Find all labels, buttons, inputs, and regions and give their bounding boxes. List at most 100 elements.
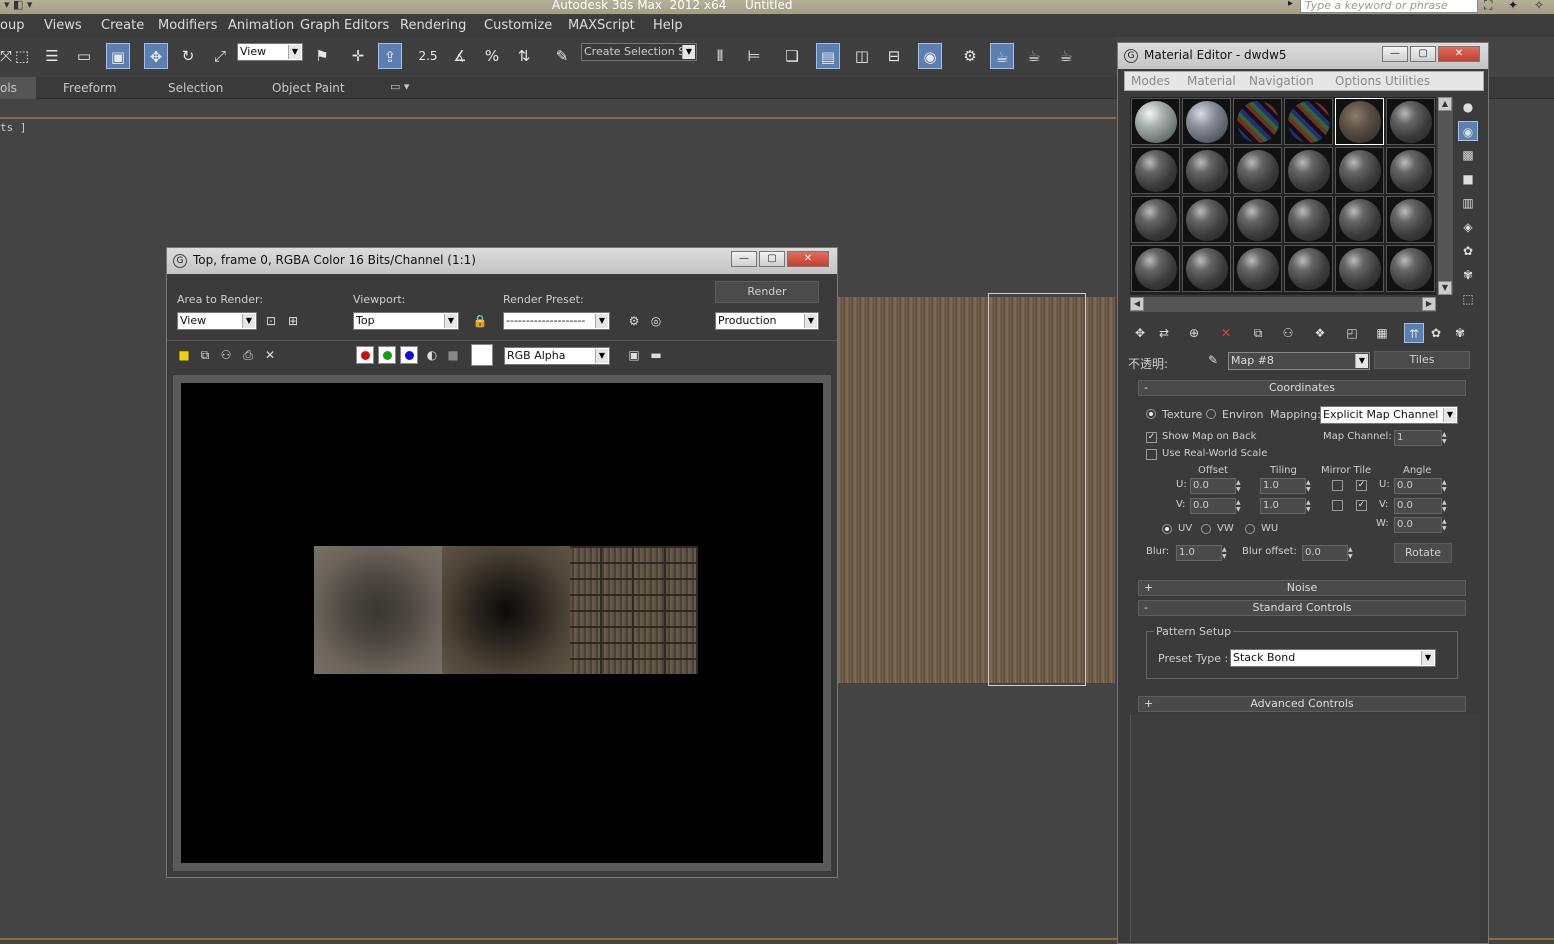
sample-slot[interactable] [1131,196,1180,243]
copy-image-icon[interactable]: ⧉ [196,346,214,364]
menu-item-7[interactable]: Customize [484,18,552,33]
viewport-label[interactable]: ts ] [0,121,27,134]
ribbon-options-icon[interactable]: ▭ ▾ [390,80,409,93]
wu-radio[interactable] [1245,524,1255,534]
sample-slot[interactable] [1284,196,1333,243]
make-unique-icon[interactable]: ⚇ [1278,323,1298,343]
options-icon[interactable]: ✿ [1458,241,1478,261]
reset-map-icon[interactable]: ✕ [1216,323,1236,343]
me-menu-item-2[interactable]: Navigation [1249,74,1314,88]
menu-item-3[interactable]: Modifiers [158,18,217,33]
tile-v-checkbox[interactable]: ✓ [1356,500,1367,511]
sample-slot[interactable] [1386,245,1435,292]
blur-offset-spinner[interactable]: 0.0 ▲ ▼ [1302,545,1353,561]
advanced-controls-rollout-header[interactable]: + Advanced Controls [1138,696,1466,712]
sample-slot[interactable] [1233,147,1282,194]
snap-toggle-icon[interactable]: 2.5 [416,43,440,69]
sample-slot[interactable] [1182,196,1231,243]
sample-slot[interactable] [1386,196,1435,243]
sample-slot[interactable] [1335,196,1384,243]
clone-frame-icon[interactable]: ⚇ [217,346,235,364]
select-by-name-icon[interactable]: ☰ [40,43,64,69]
window-crossing-icon[interactable]: ▣ [106,43,130,69]
rotate-icon[interactable]: ↻ [176,43,200,69]
material-id-icon[interactable]: ◰ [1342,323,1362,343]
show-map-on-back-checkbox[interactable]: ✓ [1146,432,1157,443]
maximize-button[interactable]: ▢ [759,251,785,267]
coordinates-rollout-header[interactable]: - Coordinates [1138,380,1466,396]
sample-slot[interactable] [1182,147,1231,194]
scale-icon[interactable]: ⤢ [208,43,232,69]
red-channel-toggle[interactable] [356,346,374,364]
show-end-result-icon[interactable]: ⇈ [1404,323,1424,343]
render-preset-combo[interactable]: -------------------- ▼ [503,312,610,330]
put-to-library-icon[interactable]: ❖ [1310,323,1330,343]
area-to-render-combo[interactable]: View ▼ [177,312,257,330]
blue-channel-toggle[interactable] [400,346,418,364]
render-canvas[interactable] [173,375,831,871]
material-navigator-icon[interactable]: ⬚ [1458,289,1478,309]
angle-v-spinner[interactable]: 0.0 ▲ ▼ [1394,498,1447,514]
close-button[interactable]: ✕ [1438,46,1480,62]
angle-u-spinner[interactable]: 0.0 ▲ ▼ [1394,478,1447,494]
mirror-icon[interactable]: ⫴ [708,43,732,69]
minimize-button[interactable]: — [1382,46,1408,62]
mirror-v-checkbox[interactable] [1332,500,1343,511]
ribbon-tab-1[interactable]: Freeform [63,81,116,95]
auto-region-icon[interactable]: ⊞ [284,312,302,330]
sample-slot[interactable] [1233,196,1282,243]
tools-icon[interactable]: ✦ [1508,0,1518,12]
edit-region-icon[interactable]: ⊡ [262,312,280,330]
make-preview-icon[interactable]: ◈ [1458,217,1478,237]
mapping-combo[interactable]: Explicit Map Channel ▼ [1320,406,1458,424]
menu-item-6[interactable]: Rendering [400,18,466,33]
help-icon[interactable]: ✧ [1534,0,1544,12]
scroll-up-icon[interactable]: ▲ [1438,97,1452,111]
noise-rollout-header[interactable]: + Noise [1138,580,1466,596]
menu-item-4[interactable]: Animation [228,18,294,33]
sample-type-icon[interactable]: ● [1458,97,1478,117]
me-menu-item-1[interactable]: Material [1187,74,1236,88]
move-icon[interactable]: ✥ [144,43,168,69]
rect-selection-icon[interactable]: ▭ [72,43,96,69]
me-menu-item-4[interactable]: Utilities [1385,74,1430,88]
ribbon-tab-0[interactable]: ols [0,81,17,95]
alpha-channel-icon[interactable]: ◐ [423,346,441,364]
production-combo[interactable]: Production ▼ [715,312,819,330]
me-menu-item-0[interactable]: Modes [1131,74,1170,88]
search-arrow-icon[interactable]: ▸ [1288,0,1293,9]
scroll-down-icon[interactable]: ▼ [1438,281,1452,295]
angle-snap-icon[interactable]: ∡ [448,43,472,69]
sample-slot[interactable] [1131,147,1180,194]
render-setup-icon[interactable]: ⚙ [958,43,982,69]
sample-slot[interactable] [1335,147,1384,194]
ribbon-tab-3[interactable]: Object Paint [272,81,345,95]
named-selection-combo[interactable]: Create Selection Se ▼ [581,43,697,61]
sample-slot[interactable] [1182,98,1231,145]
keyboard-shortcut-icon[interactable]: ⇪ [378,43,402,69]
menu-item-9[interactable]: Help [653,18,683,33]
select-manipulate-icon[interactable]: ✛ [346,43,370,69]
slot-horizontal-scrollbar[interactable]: ◀ ▶ [1130,297,1436,312]
sample-slot[interactable] [1284,245,1333,292]
uv-radio[interactable] [1162,524,1172,534]
use-real-world-checkbox[interactable] [1146,449,1157,460]
sample-slot[interactable] [1131,245,1180,292]
display-channel-combo[interactable]: RGB Alpha ▼ [504,347,610,365]
map-name-field[interactable]: Map #8 ▼ [1228,352,1370,370]
menu-item-8[interactable]: MAXScript [568,18,635,33]
rendered-frame-title-bar[interactable]: G Top, frame 0, RGBA Color 16 Bits/Chann… [167,248,837,274]
map-channel-spinner[interactable]: 1 ▲ ▼ [1394,430,1447,446]
menu-item-2[interactable]: Create [101,18,144,33]
layer-manager-icon[interactable]: ❏ [780,43,804,69]
menu-item-5[interactable]: Graph Editors [300,18,389,33]
sample-slot[interactable] [1233,245,1282,292]
render-button[interactable]: Render [715,281,819,303]
rotate-button[interactable]: Rotate [1394,543,1452,563]
mono-icon[interactable]: ■ [444,346,462,364]
mirror-u-checkbox[interactable] [1332,480,1343,491]
maximize-button[interactable]: ▢ [1410,46,1436,62]
vw-radio[interactable] [1201,524,1211,534]
print-icon[interactable]: ⎙ [239,346,257,364]
binoculars-icon[interactable]: ⛶ [1484,0,1492,13]
